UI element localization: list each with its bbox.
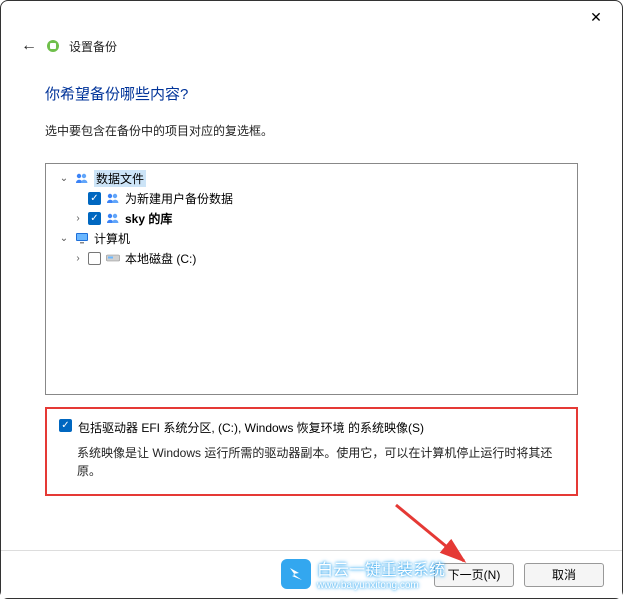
instruction-text: 选中要包含在备份中的项目对应的复选框。 [45,122,578,139]
system-image-checkbox[interactable]: ✓ [59,419,72,432]
tree-label[interactable]: 计算机 [94,230,130,247]
people-icon [105,190,121,206]
tree-item-data-files[interactable]: ⌄ 数据文件 [52,168,571,188]
cancel-button[interactable]: 取消 [524,563,604,587]
tree-item-new-user-backup[interactable]: ✓ 为新建用户备份数据 [52,188,571,208]
system-image-description: 系统映像是让 Windows 运行所需的驱动器副本。使用它，可以在计算机停止运行… [59,444,564,480]
chevron-down-icon[interactable]: ⌄ [58,232,70,244]
backup-tree[interactable]: ⌄ 数据文件 ✓ 为新建用户备份数据 › ✓ sky 的库 ⌄ [45,163,578,395]
tree-item-sky-library[interactable]: › ✓ sky 的库 [52,208,571,228]
dialog-footer: 下一页(N) 取消 [1,550,622,598]
people-icon [74,170,90,186]
chevron-down-icon[interactable]: ⌄ [58,172,70,184]
tree-label[interactable]: 本地磁盘 (C:) [125,250,196,267]
page-title: 设置备份 [69,38,117,55]
tree-label[interactable]: 数据文件 [94,170,146,187]
chevron-right-icon[interactable]: › [72,252,84,264]
system-image-label[interactable]: 包括驱动器 EFI 系统分区, (C:), Windows 恢复环境 的系统映像… [78,419,424,436]
system-image-section: ✓ 包括驱动器 EFI 系统分区, (C:), Windows 恢复环境 的系统… [45,407,578,496]
checkbox[interactable] [88,252,101,265]
tree-label[interactable]: sky 的库 [125,210,172,227]
expander-placeholder [72,192,84,204]
next-button[interactable]: 下一页(N) [434,563,514,587]
backup-icon [45,38,61,54]
chevron-right-icon[interactable]: › [72,212,84,224]
tree-label[interactable]: 为新建用户备份数据 [125,190,233,207]
people-icon [105,210,121,226]
checkbox[interactable]: ✓ [88,192,101,205]
checkbox[interactable]: ✓ [88,212,101,225]
main-heading: 你希望备份哪些内容? [45,83,578,104]
tree-item-computer[interactable]: ⌄ 计算机 [52,228,571,248]
close-icon[interactable]: ✕ [586,9,606,26]
back-arrow-icon[interactable]: ← [21,37,37,55]
drive-icon [105,250,121,266]
tree-item-local-disk-c[interactable]: › 本地磁盘 (C:) [52,248,571,268]
monitor-icon [74,230,90,246]
